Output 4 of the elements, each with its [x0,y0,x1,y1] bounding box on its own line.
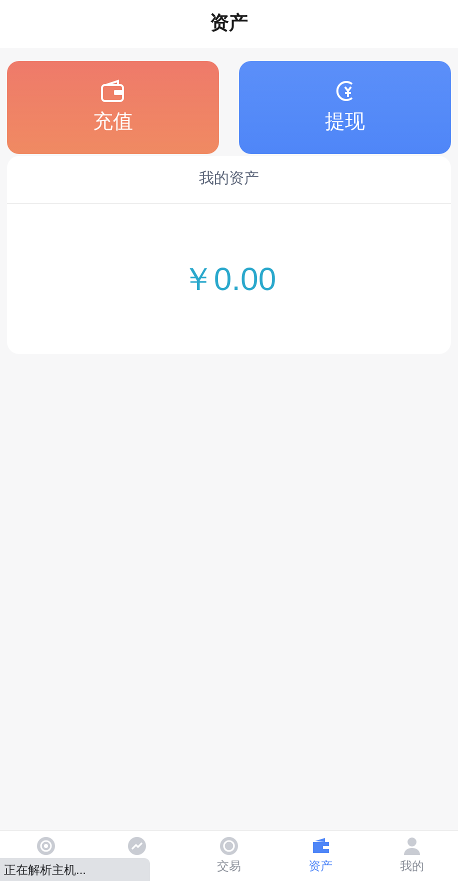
balance-amount: ￥0.00 [182,260,276,299]
status-tooltip: 正在解析主机... [0,858,150,881]
card-title: 我的资产 [199,169,259,190]
page-title: 资产 [210,12,248,36]
